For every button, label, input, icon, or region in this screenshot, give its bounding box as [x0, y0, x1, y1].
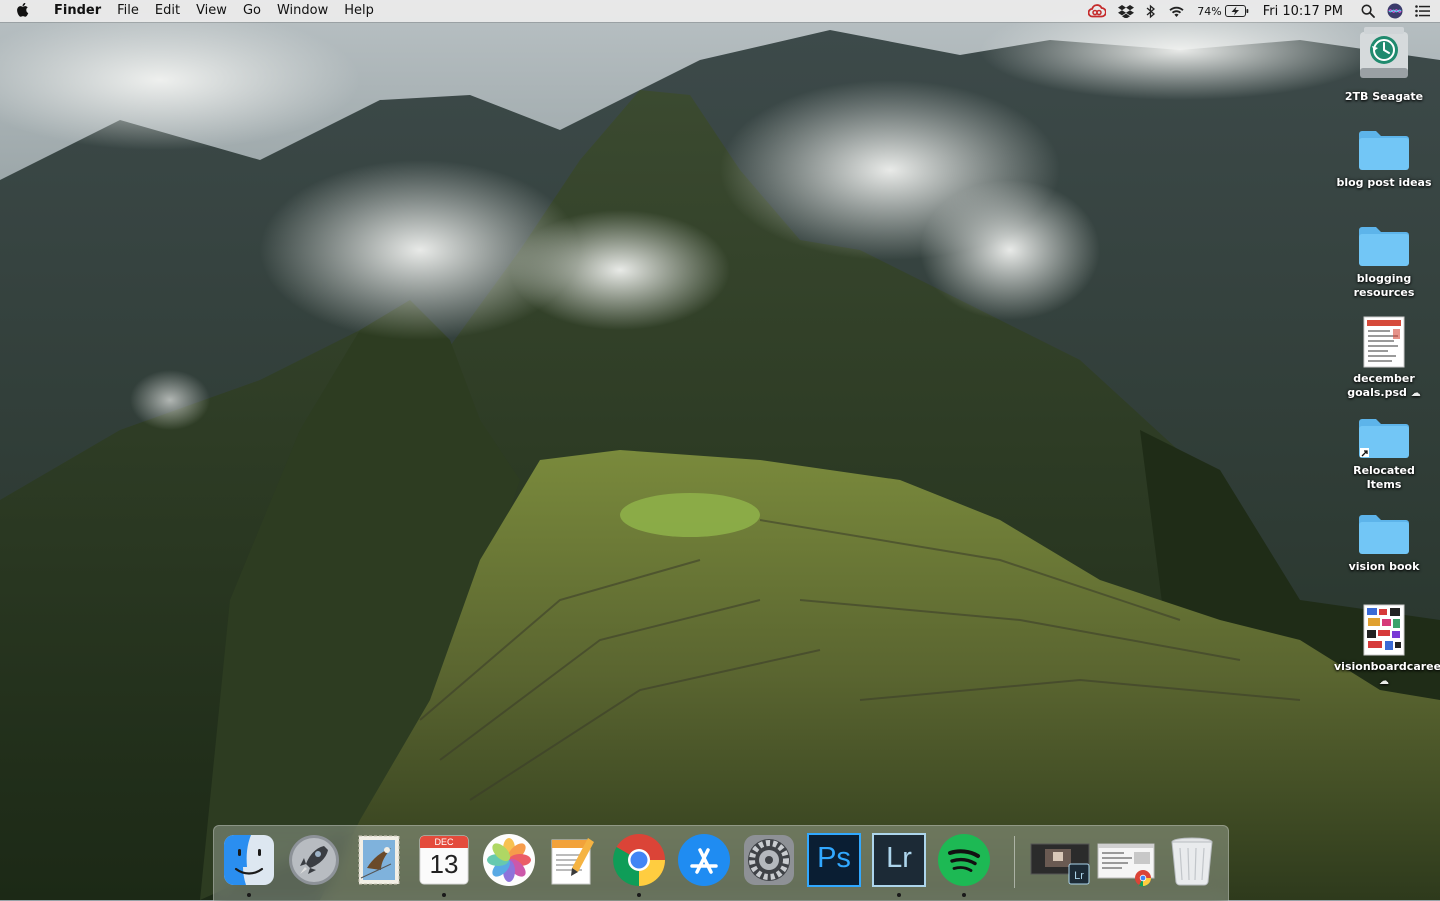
desktop-wallpaper [0, 0, 1440, 900]
desktop-item-label: Relocated Items [1353, 464, 1415, 491]
wifi-icon [1169, 6, 1184, 17]
dock-minimized-chrome-window[interactable] [1096, 832, 1158, 888]
dock-app-app-store[interactable] [676, 832, 732, 888]
dock-app-google-chrome[interactable] [611, 832, 667, 897]
dropbox-icon [1118, 5, 1135, 18]
desktop-item-visionboardcareer-psd[interactable]: visionboardcareer.psd ☁ [1334, 604, 1440, 689]
menu-edit[interactable]: Edit [147, 0, 188, 22]
folder-icon [1359, 515, 1409, 554]
running-indicator [637, 893, 641, 897]
document-thumbnail-icon [1363, 316, 1405, 368]
calendar-day: 13 [429, 849, 459, 879]
spotlight-button[interactable] [1355, 0, 1381, 22]
creative-cloud-menu[interactable] [1082, 0, 1112, 22]
desktop-item-label: blogging resources [1353, 272, 1415, 299]
document-thumbnail-icon [1363, 604, 1405, 656]
dock-minimized-lightroom-window[interactable]: Lr [1029, 832, 1091, 888]
folder-icon [1359, 227, 1409, 266]
dock-app-launchpad[interactable] [286, 832, 342, 888]
menu-go[interactable]: Go [235, 0, 269, 22]
menu-help[interactable]: Help [336, 0, 382, 22]
siri-button[interactable] [1381, 0, 1409, 22]
dock-app-calendar[interactable]: DEC 13 [416, 832, 472, 897]
apple-icon [17, 3, 29, 17]
dock-app-photos[interactable] [481, 832, 537, 888]
dock-app-finder[interactable] [221, 832, 277, 897]
dock-app-mail[interactable] [351, 832, 407, 888]
menu-clock[interactable]: Fri 10:17 PM [1255, 0, 1355, 22]
dock-app-system-preferences[interactable] [741, 832, 797, 888]
desktop-item-label: 2TB Seagate [1344, 90, 1424, 103]
menu-bar: Finder File Edit View Go Window Help 74%… [0, 0, 1440, 22]
battery-charging-icon [1224, 5, 1249, 17]
desktop-item-vision-book[interactable]: vision book [1336, 512, 1432, 574]
icloud-icon: ☁ [1379, 676, 1389, 687]
chrome-icon [613, 834, 665, 886]
pages-icon [551, 838, 594, 885]
menu-app-finder[interactable]: Finder [46, 0, 109, 22]
photos-flower-icon [483, 834, 535, 886]
dock-app-photoshop[interactable]: Ps [806, 832, 862, 888]
window-thumbnail-icon: Lr [1030, 843, 1090, 885]
gear-icon [744, 835, 794, 885]
photoshop-label: Ps [817, 842, 851, 874]
running-indicator [962, 893, 966, 897]
dock-app-spotify[interactable] [936, 832, 992, 897]
app-store-icon [678, 834, 730, 886]
running-indicator [247, 893, 251, 897]
bluetooth-menu[interactable] [1140, 0, 1162, 22]
dock: DEC 13 Ps Lr Lr [213, 825, 1229, 901]
calendar-month: DEC [434, 837, 454, 847]
notification-center-button[interactable] [1409, 0, 1440, 22]
desktop-item-label: blog post ideas [1336, 176, 1432, 189]
battery-menu[interactable]: 74% [1191, 0, 1254, 22]
svg-text:Lr: Lr [1074, 870, 1084, 882]
spotify-icon [938, 834, 990, 886]
desktop-item-december-goals-psd[interactable]: december goals.psd ☁ [1336, 316, 1432, 401]
apple-menu[interactable] [0, 0, 46, 22]
lightroom-label: Lr [886, 842, 912, 874]
battery-percent: 74% [1197, 4, 1222, 18]
folder-alias-icon [1359, 419, 1409, 458]
running-indicator [442, 893, 446, 897]
desktop-item-blog-post-ideas[interactable]: blog post ideas [1336, 128, 1432, 190]
trash-icon [1171, 837, 1213, 886]
wifi-menu[interactable] [1162, 0, 1191, 22]
icloud-icon: ☁ [1410, 388, 1421, 399]
rocket-icon [289, 835, 339, 885]
desktop-item-label: vision book [1348, 560, 1420, 573]
mail-stamp-icon [358, 835, 400, 885]
dock-trash[interactable] [1164, 832, 1220, 888]
desktop-item-label: visionboardcareer.psd ☁ [1334, 660, 1440, 687]
folder-icon [1359, 131, 1409, 170]
finder-icon [224, 835, 274, 885]
bluetooth-icon [1146, 4, 1156, 18]
running-indicator [897, 893, 901, 897]
desktop-item-blogging-resources[interactable]: blogging resources [1336, 224, 1432, 300]
search-icon [1361, 4, 1375, 18]
list-icon [1415, 5, 1430, 17]
time-machine-drive-icon [1360, 27, 1408, 78]
dropbox-menu[interactable] [1112, 0, 1140, 22]
menu-file[interactable]: File [109, 0, 147, 22]
menu-window[interactable]: Window [269, 0, 336, 22]
creative-cloud-icon [1088, 4, 1107, 18]
dock-app-lightroom[interactable]: Lr [871, 832, 927, 897]
siri-icon [1387, 3, 1403, 19]
dock-app-pages[interactable] [546, 832, 602, 888]
desktop-item-relocated-items[interactable]: Relocated Items [1336, 416, 1432, 492]
desktop-item-label: december goals.psd ☁ [1347, 372, 1421, 399]
window-thumbnail-icon [1097, 843, 1155, 887]
menu-view[interactable]: View [188, 0, 235, 22]
dock-separator [1014, 836, 1015, 888]
desktop-item-2tb-seagate[interactable]: 2TB Seagate [1336, 26, 1432, 104]
